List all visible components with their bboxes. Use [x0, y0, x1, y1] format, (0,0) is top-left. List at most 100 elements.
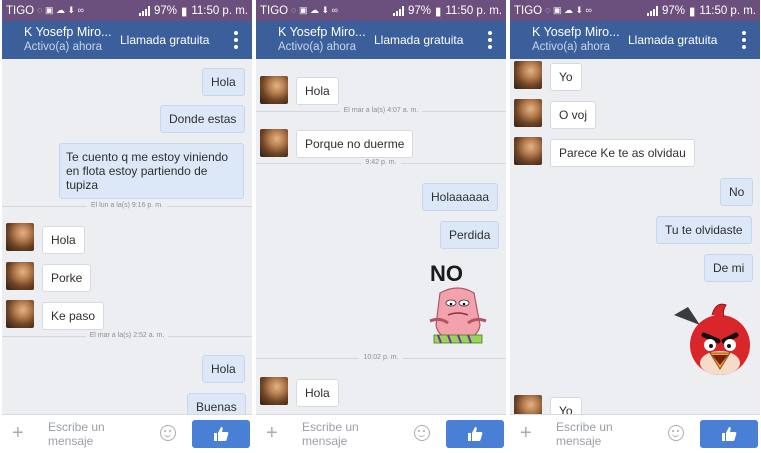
- thumbs-up-icon: [722, 427, 737, 441]
- patrick-no-sticker[interactable]: NO: [418, 259, 500, 349]
- message-list[interactable]: Hola El mar a la(s) 4:07 a. m. Porque no…: [256, 59, 506, 414]
- message-outgoing: Hola: [202, 68, 245, 96]
- avatar[interactable]: [514, 61, 542, 89]
- signal-icon: [392, 5, 404, 16]
- more-vert-icon[interactable]: [234, 31, 238, 49]
- battery-level: 97%: [407, 4, 431, 17]
- contact-name[interactable]: K Yosefp Miro...: [278, 25, 366, 39]
- contact-status: Activo(a) ahora: [532, 41, 610, 53]
- timestamp: 9:42 p. m.: [256, 159, 506, 166]
- avatar[interactable]: [514, 395, 542, 414]
- message-incoming: O voj: [550, 101, 597, 129]
- message-incoming: Parece Ke te as olvidau: [550, 139, 695, 167]
- message-outgoing: Holaaaaaa: [422, 183, 499, 211]
- message-incoming: Yo: [550, 63, 582, 91]
- timestamp: El mar a la(s) 2:52 a. m.: [2, 332, 252, 339]
- more-vert-icon[interactable]: [488, 31, 492, 49]
- sticker-image: NO: [429, 261, 487, 344]
- free-call-button[interactable]: Llamada gratuita: [374, 33, 463, 47]
- conversation-header: K Yosefp Miro... Activo(a) ahora Llamada…: [256, 21, 506, 59]
- message-incoming: Hola: [42, 226, 85, 254]
- plus-icon[interactable]: +: [520, 423, 532, 443]
- message-incoming: Hola: [296, 77, 339, 105]
- free-call-button[interactable]: Llamada gratuita: [628, 33, 717, 47]
- message-incoming: Yo: [550, 397, 582, 414]
- status-bar: TIGO ◌ ▣ ☁ ⬇ ∞ 97% ▮ 11:50 p. m.: [256, 0, 506, 21]
- avatar[interactable]: [514, 137, 542, 165]
- carrier-label: TIGO: [514, 4, 543, 17]
- message-input[interactable]: Escribe un mensaje: [556, 420, 613, 448]
- battery-icon: ▮: [434, 5, 442, 18]
- message-outgoing: Buenas: [187, 393, 246, 414]
- notification-icons: ◌ ▣ ☁ ⬇ ∞: [545, 5, 592, 15]
- timestamp: El lun a la(s) 9:16 p. m.: [2, 202, 252, 209]
- battery-icon: ▮: [180, 5, 188, 18]
- battery-level: 97%: [661, 4, 685, 17]
- contact-status: Activo(a) ahora: [24, 41, 102, 53]
- contact-name[interactable]: K Yosefp Miro...: [24, 25, 112, 39]
- timestamp: 10:02 p. m.: [256, 354, 506, 361]
- avatar[interactable]: [260, 76, 288, 104]
- like-button[interactable]: [446, 420, 504, 448]
- free-call-button[interactable]: Llamada gratuita: [120, 33, 209, 47]
- emoji-icon[interactable]: [160, 425, 176, 441]
- message-outgoing: Perdida: [440, 221, 500, 249]
- message-input[interactable]: Escribe un mensaje: [48, 420, 105, 448]
- contact-name[interactable]: K Yosefp Miro...: [532, 25, 620, 39]
- sticker-text: NO: [430, 261, 463, 286]
- avatar[interactable]: [6, 300, 34, 328]
- message-outgoing: Donde estas: [160, 105, 246, 133]
- battery-level: 97%: [153, 4, 177, 17]
- message-incoming: Ke paso: [42, 302, 105, 330]
- avatar[interactable]: [260, 129, 288, 157]
- emoji-icon[interactable]: [414, 425, 430, 441]
- plus-icon[interactable]: +: [12, 423, 24, 443]
- notification-icons: ◌ ▣ ☁ ⬇ ∞: [37, 5, 84, 15]
- signal-icon: [138, 5, 150, 16]
- message-incoming: Porke: [42, 264, 92, 292]
- clock: 11:50 p. m.: [445, 4, 502, 17]
- message-outgoing: De mi: [704, 254, 754, 282]
- angry-bird-sticker[interactable]: [670, 297, 756, 379]
- composer: + Escribe un mensaje: [2, 414, 252, 453]
- message-outgoing: No: [720, 178, 754, 206]
- message-outgoing: Hola: [202, 355, 245, 383]
- avatar[interactable]: [6, 223, 34, 251]
- emoji-icon[interactable]: [668, 425, 684, 441]
- composer: + Escribe un mensaje: [256, 414, 506, 453]
- clock: 11:50 p. m.: [191, 4, 248, 17]
- avatar[interactable]: [514, 99, 542, 127]
- status-bar: TIGO ◌ ▣ ☁ ⬇ ∞ 97% ▮ 11:50 p. m.: [2, 0, 252, 21]
- signal-icon: [646, 5, 658, 16]
- message-input[interactable]: Escribe un mensaje: [302, 420, 359, 448]
- message-outgoing: Te cuento q me estoy viniendo en flota e…: [59, 143, 244, 199]
- chat-screen-1: TIGO ◌ ▣ ☁ ⬇ ∞ 97% ▮ 11:50 p. m. K Yosef…: [2, 0, 252, 453]
- message-list[interactable]: Yo O voj Parece Ke te as olvidau No Tu t…: [510, 59, 760, 414]
- plus-icon[interactable]: +: [266, 423, 278, 443]
- chat-screen-3: TIGO ◌ ▣ ☁ ⬇ ∞ 97% ▮ 11:50 p. m. K Yosef…: [510, 0, 760, 453]
- like-button[interactable]: [700, 420, 758, 448]
- contact-status: Activo(a) ahora: [278, 41, 356, 53]
- composer: + Escribe un mensaje: [510, 414, 760, 453]
- avatar[interactable]: [6, 262, 34, 290]
- chat-screen-2: TIGO ◌ ▣ ☁ ⬇ ∞ 97% ▮ 11:50 p. m. K Yosef…: [256, 0, 506, 453]
- message-outgoing: Tu te olvidaste: [656, 216, 752, 244]
- like-button[interactable]: [192, 420, 250, 448]
- thumbs-up-icon: [468, 427, 483, 441]
- conversation-header: K Yosefp Miro... Activo(a) ahora Llamada…: [510, 21, 760, 59]
- carrier-label: TIGO: [260, 4, 289, 17]
- sticker-image: [674, 303, 750, 375]
- more-vert-icon[interactable]: [742, 31, 746, 49]
- message-incoming: Hola: [296, 379, 339, 407]
- battery-icon: ▮: [688, 5, 696, 18]
- clock: 11:50 p. m.: [699, 4, 756, 17]
- carrier-label: TIGO: [6, 4, 35, 17]
- conversation-header: K Yosefp Miro... Activo(a) ahora Llamada…: [2, 21, 252, 59]
- timestamp: El mar a la(s) 4:07 a. m.: [256, 107, 506, 114]
- status-bar: TIGO ◌ ▣ ☁ ⬇ ∞ 97% ▮ 11:50 p. m.: [510, 0, 760, 21]
- notification-icons: ◌ ▣ ☁ ⬇ ∞: [291, 5, 338, 15]
- thumbs-up-icon: [214, 427, 229, 441]
- avatar[interactable]: [260, 377, 288, 405]
- message-list[interactable]: Hola Donde estas Te cuento q me estoy vi…: [2, 59, 252, 414]
- message-incoming: Porque no duerme: [296, 130, 414, 158]
